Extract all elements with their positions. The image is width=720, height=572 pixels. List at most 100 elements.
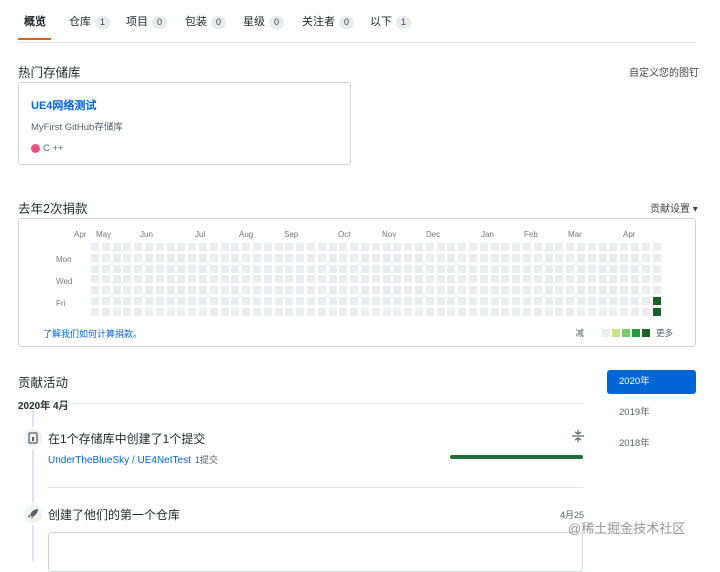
contribution-day-cell[interactable] xyxy=(253,297,261,305)
contribution-day-cell[interactable] xyxy=(609,243,618,251)
contribution-day-cell[interactable] xyxy=(112,264,121,273)
contribution-day-cell[interactable] xyxy=(490,264,499,273)
contribution-day-cell[interactable] xyxy=(501,253,510,262)
contribution-day-cell[interactable] xyxy=(134,297,143,305)
activity-commits-title[interactable]: 在1个存储库中创建了1个提交 xyxy=(48,430,205,447)
contribution-day-cell[interactable] xyxy=(155,243,164,251)
learn-contributions-link[interactable]: 了解我们如何计算捐款。 xyxy=(43,327,142,340)
contribution-day-cell[interactable] xyxy=(296,243,305,251)
contribution-day-cell[interactable] xyxy=(317,286,326,295)
contribution-day-cell[interactable] xyxy=(231,243,240,251)
contribution-day-cell[interactable] xyxy=(91,275,99,284)
contribution-day-cell[interactable] xyxy=(404,264,413,273)
contribution-day-cell[interactable] xyxy=(188,307,197,316)
contribution-day-cell[interactable] xyxy=(447,253,456,262)
tab-projects[interactable]: 项目 0 xyxy=(126,13,168,29)
tab-repositories[interactable]: 仓库 1 xyxy=(69,13,111,29)
contribution-day-cell[interactable] xyxy=(555,297,564,305)
contribution-day-cell[interactable] xyxy=(393,275,402,284)
contribution-day-cell[interactable] xyxy=(404,286,413,295)
contribution-day-cell[interactable] xyxy=(361,275,369,284)
contribution-day-cell[interactable] xyxy=(285,275,294,284)
contribution-day-cell[interactable] xyxy=(555,286,564,295)
contribution-day-cell[interactable] xyxy=(620,297,629,305)
contribution-day-cell[interactable] xyxy=(490,275,499,284)
contribution-day-cell[interactable] xyxy=(447,264,456,273)
contribution-day-cell[interactable] xyxy=(469,307,477,316)
contribution-day-cell[interactable] xyxy=(598,253,607,262)
contribution-day-cell[interactable] xyxy=(199,297,207,305)
contribution-day-cell[interactable] xyxy=(91,286,99,295)
contribution-day-cell[interactable] xyxy=(371,275,380,284)
contribution-day-cell[interactable] xyxy=(296,307,305,316)
contribution-day-cell[interactable] xyxy=(231,297,240,305)
contribution-day-cell[interactable] xyxy=(231,307,240,316)
contribution-day-cell[interactable] xyxy=(317,253,326,262)
contribution-day-cell[interactable] xyxy=(188,264,197,273)
contribution-day-cell[interactable] xyxy=(544,286,553,295)
contribution-day-cell[interactable] xyxy=(263,286,272,295)
contribution-day-cell[interactable] xyxy=(523,297,531,305)
contribution-day-cell[interactable] xyxy=(339,243,348,251)
contribution-day-cell[interactable] xyxy=(425,307,434,316)
contribution-day-cell[interactable] xyxy=(199,264,207,273)
contribution-day-cell[interactable] xyxy=(145,253,153,262)
commit-count-link[interactable]: 1提交 xyxy=(195,455,218,465)
contribution-day-cell[interactable] xyxy=(555,264,564,273)
contribution-day-cell[interactable] xyxy=(328,286,337,295)
contribution-day-cell[interactable] xyxy=(382,307,391,316)
contribution-day-cell[interactable] xyxy=(361,307,369,316)
contribution-day-cell[interactable] xyxy=(296,297,305,305)
contribution-day-cell[interactable] xyxy=(533,264,542,273)
contribution-day-cell[interactable] xyxy=(544,243,553,251)
contribution-day-cell[interactable] xyxy=(479,286,488,295)
contribution-day-cell[interactable] xyxy=(415,243,423,251)
contribution-day-cell[interactable] xyxy=(598,243,607,251)
contribution-day-cell[interactable] xyxy=(145,307,153,316)
contribution-day-cell[interactable] xyxy=(533,243,542,251)
contribution-day-cell[interactable] xyxy=(199,286,207,295)
contribution-day-cell[interactable] xyxy=(393,264,402,273)
contribution-day-cell[interactable] xyxy=(544,297,553,305)
contribution-day-cell[interactable] xyxy=(166,307,175,316)
tab-stars[interactable]: 星级 0 xyxy=(243,13,285,29)
contribution-day-cell[interactable] xyxy=(577,297,585,305)
contribution-day-cell[interactable] xyxy=(166,264,175,273)
contribution-day-cell[interactable] xyxy=(544,253,553,262)
contribution-day-cell[interactable] xyxy=(641,275,650,284)
contribution-day-cell[interactable] xyxy=(425,253,434,262)
contribution-day-cell[interactable] xyxy=(253,307,261,316)
contribution-day-cell[interactable] xyxy=(112,297,121,305)
contribution-day-cell[interactable] xyxy=(577,243,585,251)
contribution-day-cell[interactable] xyxy=(339,275,348,284)
contribution-day-cell[interactable] xyxy=(577,275,585,284)
contribution-day-cell[interactable] xyxy=(490,297,499,305)
contribution-day-cell[interactable] xyxy=(436,297,445,305)
contribution-day-cell[interactable] xyxy=(469,286,477,295)
contribution-day-cell[interactable] xyxy=(382,297,391,305)
contribution-day-cell[interactable] xyxy=(577,286,585,295)
contribution-day-cell[interactable] xyxy=(145,275,153,284)
contribution-day-cell[interactable] xyxy=(177,275,186,284)
contribution-day-cell[interactable] xyxy=(512,297,521,305)
contribution-day-cell[interactable] xyxy=(231,264,240,273)
contribution-day-cell[interactable] xyxy=(285,253,294,262)
contribution-day-cell[interactable] xyxy=(490,307,499,316)
contribution-day-cell[interactable] xyxy=(101,286,110,295)
contribution-day-cell[interactable] xyxy=(382,264,391,273)
contribution-day-cell[interactable] xyxy=(652,307,661,316)
contribution-day-cell[interactable] xyxy=(274,264,283,273)
contribution-day-cell[interactable] xyxy=(188,243,197,251)
contribution-day-cell[interactable] xyxy=(209,243,218,251)
contribution-day-cell[interactable] xyxy=(404,297,413,305)
contribution-day-cell[interactable] xyxy=(242,286,251,295)
contribution-day-cell[interactable] xyxy=(382,253,391,262)
contribution-day-cell[interactable] xyxy=(350,275,359,284)
contribution-day-cell[interactable] xyxy=(188,275,197,284)
contribution-day-cell[interactable] xyxy=(317,307,326,316)
contribution-day-cell[interactable] xyxy=(166,286,175,295)
contribution-day-cell[interactable] xyxy=(641,307,650,316)
contribution-day-cell[interactable] xyxy=(317,264,326,273)
contribution-day-cell[interactable] xyxy=(199,253,207,262)
contribution-day-cell[interactable] xyxy=(501,286,510,295)
